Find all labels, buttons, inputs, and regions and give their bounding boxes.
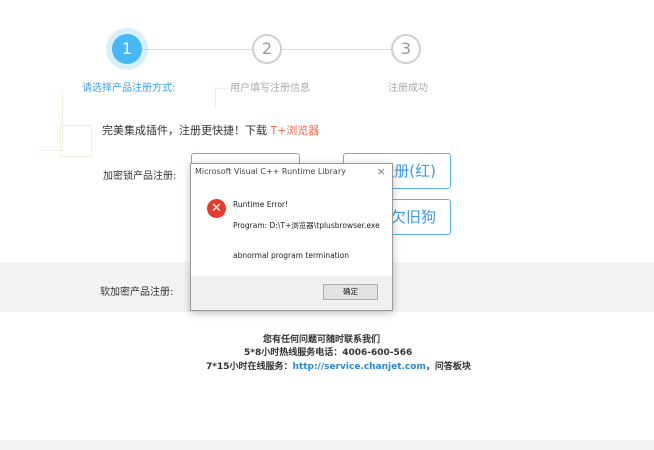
background-sketch <box>60 125 92 157</box>
dialog-title: Microsoft Visual C++ Runtime Library <box>195 167 346 176</box>
error-x-icon: ✕ <box>207 199 226 218</box>
error-message: abnormal program termination <box>233 251 350 260</box>
step-connector <box>280 49 392 50</box>
error-program-path: Program: D:\T+浏览器\tplusbrowser.exe <box>233 221 380 230</box>
step-1-circle: 1 <box>112 34 142 64</box>
step-connector <box>142 49 253 50</box>
background-sketch <box>215 88 230 109</box>
error-title: Runtime Error! <box>233 200 288 209</box>
step-3-circle: 3 <box>391 34 421 64</box>
hardware-register-label: 加密锁产品注册: <box>103 171 177 182</box>
runtime-error-dialog: Microsoft Visual C++ Runtime Library × ✕… <box>190 163 393 311</box>
browser-download-link[interactable]: T+浏览器 <box>271 124 320 137</box>
close-icon[interactable]: × <box>377 165 386 178</box>
step-2-circle: 2 <box>252 34 282 64</box>
step-1-label: 请选择产品注册方式: <box>82 83 176 94</box>
software-register-label: 软加密产品注册: <box>100 287 174 298</box>
contact-hotline: 5*8小时热线服务电话：4006-600-566 <box>244 348 413 358</box>
contact-line-1: 您有任何问题可随时联系我们 <box>263 335 381 345</box>
contact-online-service: 7*15小时在线服务：http://service.chanjet.com，问答… <box>206 362 471 372</box>
footer-bar <box>0 440 654 450</box>
step-2-label: 用户填写注册信息 <box>230 83 310 94</box>
dialog-footer: 确定 <box>191 276 392 310</box>
ok-button[interactable]: 确定 <box>323 284 378 300</box>
step-3-label: 注册成功 <box>388 83 428 94</box>
promo-text: 完美集成插件，注册更快捷！下载 T+浏览器 <box>102 124 320 137</box>
service-url-link[interactable]: http://service.chanjet.com <box>293 362 426 372</box>
